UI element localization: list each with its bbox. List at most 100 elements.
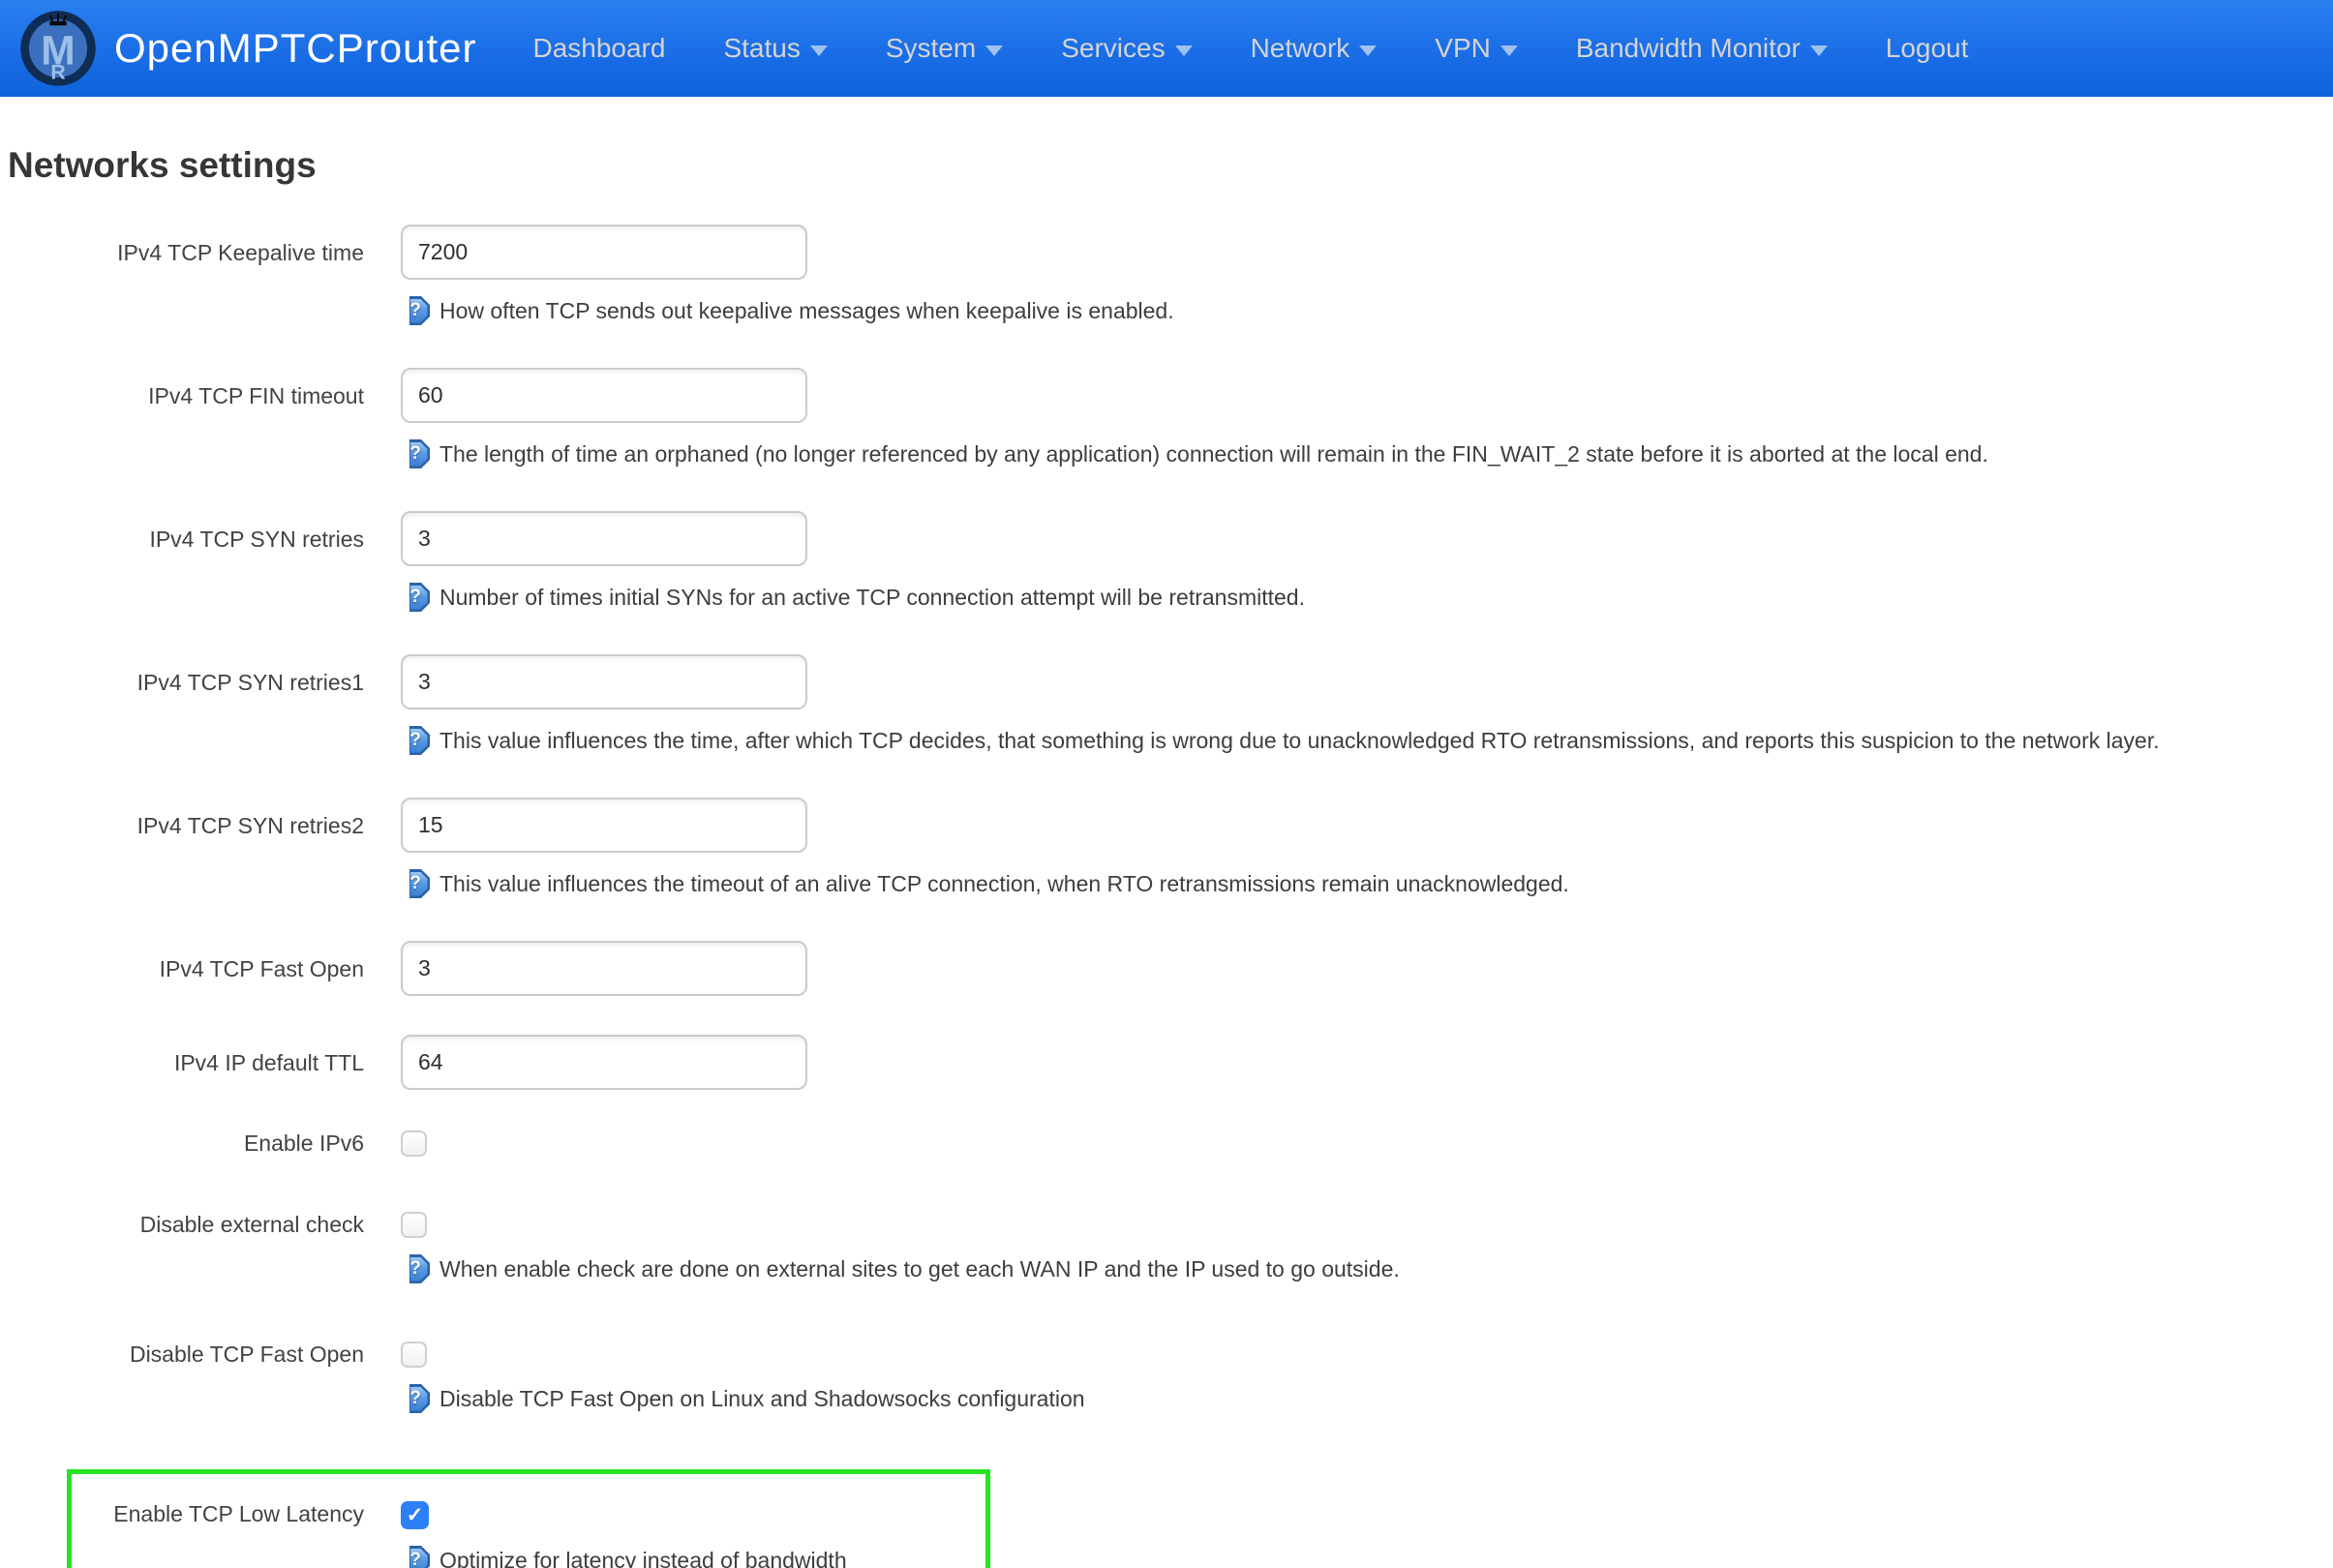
field-ipv4-tcp-syn-retries2: ? This value influences the timeout of an… xyxy=(401,798,2333,902)
main-content: Networks settings IPv4 TCP Keepalive tim… xyxy=(0,97,2333,1568)
field-ipv4-ip-default-ttl xyxy=(401,1035,2333,1090)
chevron-down-icon xyxy=(810,45,828,56)
form-row-ipv4-tcp-syn-retries: IPv4 TCP SYN retries? Number of times ini… xyxy=(8,511,2333,616)
field-label-ipv4-tcp-fast-open: IPv4 TCP Fast Open xyxy=(8,941,401,983)
chevron-down-icon xyxy=(1500,45,1518,56)
nav-item-services[interactable]: Services xyxy=(1032,0,1221,97)
help-icon: ? xyxy=(401,296,430,325)
form-row-ipv4-tcp-fin-timeout: IPv4 TCP FIN timeout?The length of time … xyxy=(8,368,2333,472)
form-row-disable-tcp-fast-open: Disable TCP Fast Open? Disable TCP Fast O… xyxy=(8,1340,2333,1417)
field-help-ipv4-tcp-keepalive-time: ? How often TCP sends out keepalive messa… xyxy=(401,292,2333,329)
ipv4-ip-default-ttl-input[interactable] xyxy=(401,1035,807,1090)
question-mark-glyph: ? xyxy=(409,873,421,894)
question-mark-glyph: ? xyxy=(409,443,421,465)
field-help-ipv4-tcp-syn-retries: ? Number of times initial SYNs for an act… xyxy=(401,579,2333,616)
nav-item-status[interactable]: Status xyxy=(694,0,856,97)
help-icon: ? xyxy=(401,1254,430,1283)
brand[interactable]: M R OpenMPTCProuter xyxy=(19,10,476,87)
ipv4-tcp-syn-retries2-input[interactable] xyxy=(401,798,807,853)
nav-item-label: Dashboard xyxy=(532,33,665,64)
field-enable-ipv6 xyxy=(401,1129,2333,1157)
field-label-enable-tcp-low-latency: Enable TCP Low Latency xyxy=(72,1499,401,1528)
nav-item-dashboard[interactable]: Dashboard xyxy=(503,0,694,97)
question-mark-glyph: ? xyxy=(409,730,421,751)
settings-form: IPv4 TCP Keepalive time? How often TCP se… xyxy=(8,225,2333,1568)
help-text: Number of times initial SYNs for an acti… xyxy=(439,579,1305,616)
nav-item-label: Bandwidth Monitor xyxy=(1576,33,1801,64)
nav-item-system[interactable]: System xyxy=(857,0,1032,97)
field-help-disable-tcp-fast-open: ? Disable TCP Fast Open on Linux and Shad… xyxy=(401,1380,2333,1417)
help-icon: ? xyxy=(401,1384,430,1413)
field-label-ipv4-ip-default-ttl: IPv4 IP default TTL xyxy=(8,1035,401,1077)
field-label-ipv4-tcp-syn-retries: IPv4 TCP SYN retries xyxy=(8,511,401,554)
form-row-ipv4-tcp-syn-retries1: IPv4 TCP SYN retries1?This value influen… xyxy=(8,654,2333,759)
field-label-enable-ipv6: Enable IPv6 xyxy=(8,1129,401,1158)
form-row-ipv4-tcp-keepalive-time: IPv4 TCP Keepalive time? How often TCP se… xyxy=(8,225,2333,329)
nav-item-label: Network xyxy=(1251,33,1350,64)
help-text: How often TCP sends out keepalive messag… xyxy=(439,292,1174,329)
form-row-ipv4-tcp-syn-retries2: IPv4 TCP SYN retries2?This value influen… xyxy=(8,798,2333,902)
help-text: Optimize for latency instead of bandwidt… xyxy=(439,1542,847,1568)
question-mark-glyph: ? xyxy=(409,300,421,321)
field-ipv4-tcp-syn-retries: ? Number of times initial SYNs for an act… xyxy=(401,511,2333,616)
nav-item-vpn[interactable]: VPN xyxy=(1406,0,1547,97)
form-row-ipv4-ip-default-ttl: IPv4 IP default TTL xyxy=(8,1035,2333,1090)
navbar-menu: Dashboard Status System Services Network VPN B… xyxy=(503,0,1997,97)
nav-item-bandwidth-monitor[interactable]: Bandwidth Monitor xyxy=(1547,0,1857,97)
field-disable-tcp-fast-open: ? Disable TCP Fast Open on Linux and Shad… xyxy=(401,1340,2333,1417)
brand-title: OpenMPTCProuter xyxy=(114,25,476,72)
disable-tcp-fast-open-checkbox[interactable] xyxy=(401,1342,427,1368)
field-help-enable-tcp-low-latency: ? Optimize for latency instead of bandwid… xyxy=(401,1542,985,1568)
nav-item-logout[interactable]: Logout xyxy=(1857,0,1998,97)
help-text: This value influences the timeout of an … xyxy=(439,865,1569,902)
field-label-ipv4-tcp-syn-retries1: IPv4 TCP SYN retries1 xyxy=(8,654,401,697)
chevron-down-icon xyxy=(985,45,1003,56)
disable-external-check-checkbox[interactable] xyxy=(401,1212,427,1238)
chevron-down-icon xyxy=(1810,45,1828,56)
highlight-box: Enable TCP Low Latency ✓? Optimize for lat… xyxy=(67,1469,990,1568)
field-ipv4-tcp-syn-retries1: ?This value influences the time, after w… xyxy=(401,654,2333,759)
checkmark-icon: ✓ xyxy=(407,1505,424,1525)
field-ipv4-tcp-keepalive-time: ? How often TCP sends out keepalive messa… xyxy=(401,225,2333,329)
nav-item-network[interactable]: Network xyxy=(1222,0,1407,97)
field-ipv4-tcp-fin-timeout: ?The length of time an orphaned (no long… xyxy=(401,368,2333,472)
help-icon: ? xyxy=(401,439,430,468)
field-help-ipv4-tcp-syn-retries2: ? This value influences the timeout of an… xyxy=(401,865,2333,902)
openmptcprouter-logo-icon: M R xyxy=(19,10,97,87)
question-mark-glyph: ? xyxy=(409,1258,421,1280)
field-label-ipv4-tcp-keepalive-time: IPv4 TCP Keepalive time xyxy=(8,225,401,267)
field-ipv4-tcp-fast-open xyxy=(401,941,2333,996)
chevron-down-icon xyxy=(1175,45,1193,56)
ipv4-tcp-keepalive-time-input[interactable] xyxy=(401,225,807,280)
nav-item-label: Services xyxy=(1061,33,1165,64)
question-mark-glyph: ? xyxy=(409,1388,421,1409)
nav-item-label: Status xyxy=(723,33,800,64)
field-label-ipv4-tcp-fin-timeout: IPv4 TCP FIN timeout xyxy=(8,368,401,410)
enable-tcp-low-latency-checkbox[interactable]: ✓ xyxy=(401,1501,429,1529)
question-mark-glyph: ? xyxy=(409,1550,421,1568)
form-row-enable-tcp-low-latency: Enable TCP Low Latency ✓? Optimize for lat… xyxy=(72,1499,985,1568)
top-navbar: M R OpenMPTCProuter Dashboard Status Syste… xyxy=(0,0,2333,97)
help-icon: ? xyxy=(401,583,430,612)
help-text: When enable check are done on external s… xyxy=(439,1251,1400,1287)
nav-item-label: VPN xyxy=(1435,33,1491,64)
field-help-ipv4-tcp-syn-retries1: ?This value influences the time, after w… xyxy=(401,722,2333,759)
help-text: Disable TCP Fast Open on Linux and Shado… xyxy=(439,1380,1085,1417)
field-help-ipv4-tcp-fin-timeout: ?The length of time an orphaned (no long… xyxy=(401,436,2333,472)
svg-text:R: R xyxy=(50,60,65,83)
chevron-down-icon xyxy=(1359,45,1377,56)
page-title: Networks settings xyxy=(8,145,2333,186)
form-row-enable-ipv6: Enable IPv6 xyxy=(8,1129,2333,1158)
help-icon: ? xyxy=(401,726,430,755)
ipv4-tcp-syn-retries-input[interactable] xyxy=(401,511,807,566)
ipv4-tcp-syn-retries1-input[interactable] xyxy=(401,654,807,709)
ipv4-tcp-fin-timeout-input[interactable] xyxy=(401,368,807,423)
field-label-disable-tcp-fast-open: Disable TCP Fast Open xyxy=(8,1340,401,1369)
form-row-disable-external-check: Disable external check?When enable check… xyxy=(8,1210,2333,1287)
enable-ipv6-checkbox[interactable] xyxy=(401,1131,427,1157)
ipv4-tcp-fast-open-input[interactable] xyxy=(401,941,807,996)
help-icon: ? xyxy=(401,869,430,898)
field-disable-external-check: ? When enable check are done on external … xyxy=(401,1210,2333,1287)
nav-item-label: System xyxy=(886,33,976,64)
field-help-disable-external-check: ? When enable check are done on external … xyxy=(401,1251,2333,1287)
